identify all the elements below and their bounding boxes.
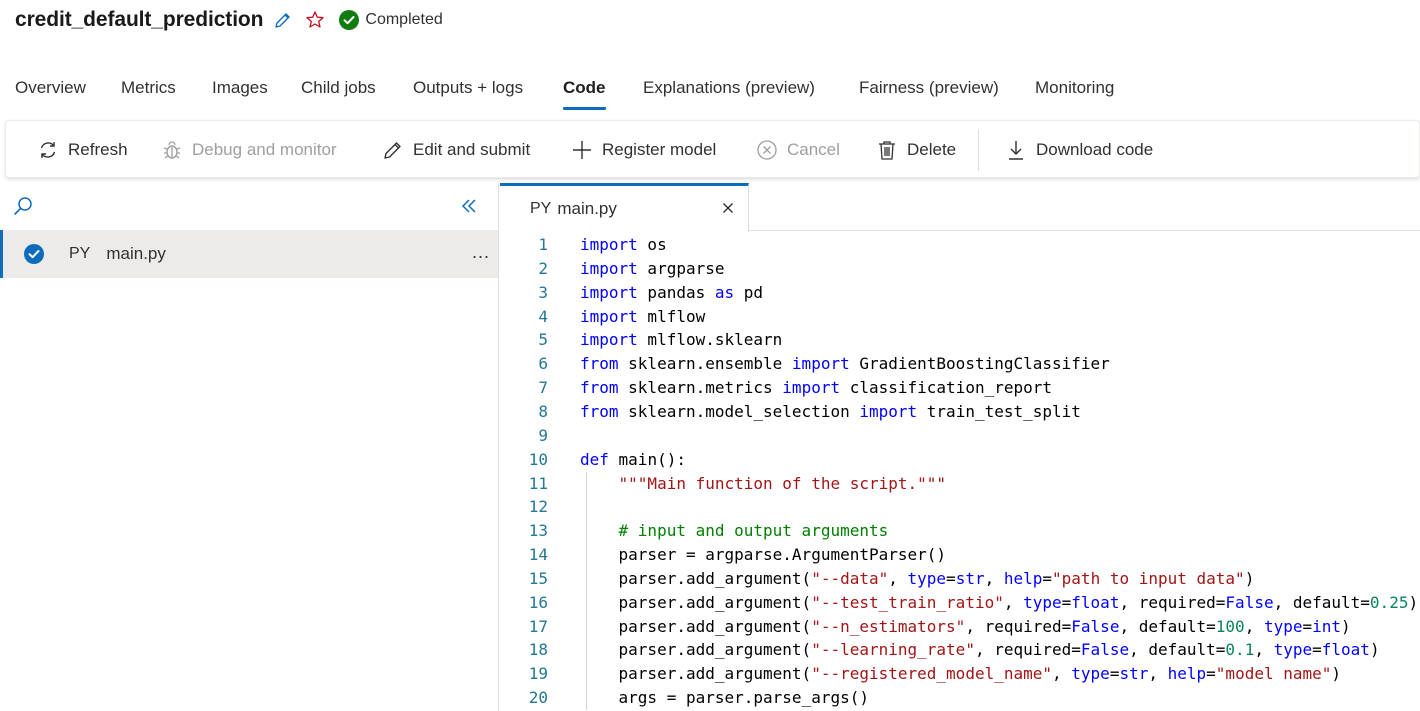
editor-tab-bar: PY main.py: [500, 183, 1420, 232]
line-number: 6: [538, 354, 548, 374]
code-text: args = parser.parse_args(): [580, 688, 869, 708]
cancel-circle-icon: [756, 139, 778, 161]
success-check-icon: [339, 10, 360, 30]
download-code-button[interactable]: Download code: [1005, 121, 1153, 179]
code-text: import pandas as pd: [580, 282, 764, 302]
edit-submit-button[interactable]: Edit and submit: [382, 121, 530, 179]
code-text: parser.add_argument("--data", type=str, …: [580, 568, 1255, 588]
code-text: parser.add_argument("--registered_model_…: [580, 664, 1342, 684]
code-text: """Main function of the script.""": [618, 473, 947, 493]
favorite-star-icon[interactable]: [305, 10, 325, 30]
line-number: 13: [528, 521, 548, 541]
line-number: 4: [538, 306, 548, 326]
code-text: import mlflow.sklearn: [580, 330, 783, 350]
plus-icon: [571, 139, 593, 161]
selected-check-icon[interactable]: [23, 243, 45, 265]
refresh-icon: [37, 139, 59, 161]
line-number: 14: [528, 545, 548, 565]
line-number: 17: [528, 616, 548, 636]
cancel-label: Cancel: [787, 140, 840, 159]
debug-monitor-label: Debug and monitor: [192, 140, 337, 159]
file-type-label: PY: [69, 245, 91, 262]
code-text: import os: [580, 235, 667, 254]
line-number: 18: [528, 640, 548, 660]
tab-overview[interactable]: Overview: [15, 70, 86, 110]
code-text: import argparse: [580, 258, 725, 278]
collapse-panel-icon[interactable]: [458, 195, 480, 222]
code-text: parser.add_argument("--test_train_ratio"…: [580, 592, 1419, 612]
refresh-label: Refresh: [68, 140, 128, 159]
line-number: 8: [538, 401, 548, 421]
code-text: # input and output arguments: [618, 521, 889, 541]
editor-tab-file-type: PY: [530, 200, 552, 217]
command-bar: Refresh Debug and monitor Edit and submi…: [5, 120, 1420, 178]
delete-label: Delete: [907, 140, 957, 159]
bug-icon: [161, 139, 183, 161]
line-number: 9: [538, 425, 548, 445]
code-text: def main():: [580, 449, 686, 469]
tab-fairness[interactable]: Fairness (preview): [859, 70, 999, 110]
job-header: credit_default_prediction Completed: [0, 0, 1420, 40]
code-text: from sklearn.ensemble import GradientBoo…: [580, 354, 1110, 374]
trash-icon: [876, 139, 898, 161]
tab-metrics[interactable]: Metrics: [121, 70, 176, 110]
line-number: 11: [528, 473, 548, 493]
more-options-icon[interactable]: ...: [472, 242, 490, 263]
register-model-button[interactable]: Register model: [571, 121, 716, 179]
code-text: from sklearn.metrics import classificati…: [580, 378, 1053, 398]
close-tab-icon[interactable]: [720, 200, 736, 221]
download-icon: [1005, 139, 1027, 161]
file-explorer: PY main.py ...: [0, 183, 499, 711]
editor-tab-file-name: main.py: [557, 199, 617, 218]
job-tabs: Overview Metrics Images Child jobs Outpu…: [0, 70, 1420, 114]
file-explorer-header: [0, 183, 498, 230]
job-title: credit_default_prediction: [15, 8, 264, 31]
file-tree-item[interactable]: PY main.py ...: [0, 230, 498, 278]
pencil-icon: [382, 139, 404, 161]
indent-guide: [586, 471, 587, 710]
tab-outputs-logs[interactable]: Outputs + logs: [413, 70, 523, 110]
register-model-label: Register model: [602, 140, 717, 159]
refresh-button[interactable]: Refresh: [37, 121, 128, 179]
debug-monitor-button[interactable]: Debug and monitor: [161, 121, 337, 179]
code-editor: PY main.py 1 import os 2 import argparse 3 im…: [500, 183, 1420, 711]
tab-child-jobs[interactable]: Child jobs: [301, 70, 376, 110]
line-number: 19: [528, 664, 548, 684]
line-number: 7: [538, 378, 548, 398]
line-number: 2: [538, 258, 548, 278]
search-icon[interactable]: [12, 195, 34, 222]
status-text: Completed: [365, 11, 443, 28]
tab-code[interactable]: Code: [563, 70, 606, 110]
code-text: parser.add_argument("--n_estimators", re…: [580, 616, 1351, 636]
code-text: parser.add_argument("--learning_rate", r…: [580, 640, 1380, 660]
code-text: from sklearn.model_selection import trai…: [580, 401, 1081, 421]
code-text: import mlflow: [580, 306, 706, 326]
edit-title-icon[interactable]: [273, 10, 293, 30]
line-number: 15: [528, 568, 548, 588]
tab-explanations[interactable]: Explanations (preview): [643, 70, 815, 110]
line-number: 12: [528, 497, 548, 517]
file-name: main.py: [106, 244, 166, 263]
line-number: 5: [538, 330, 548, 350]
edit-submit-label: Edit and submit: [413, 140, 531, 159]
toolbar-divider: [978, 129, 979, 171]
line-number: 16: [528, 592, 548, 612]
delete-button[interactable]: Delete: [876, 121, 956, 179]
line-number: 20: [528, 688, 548, 708]
line-number: 10: [528, 449, 548, 469]
tab-images[interactable]: Images: [212, 70, 268, 110]
status-badge: Completed: [339, 10, 443, 30]
tab-monitoring[interactable]: Monitoring: [1035, 70, 1114, 110]
line-number: 1: [538, 235, 548, 254]
cancel-button[interactable]: Cancel: [756, 121, 840, 179]
line-number: 3: [538, 282, 548, 302]
editor-tab-main-py[interactable]: PY main.py: [500, 183, 749, 232]
download-code-label: Download code: [1036, 140, 1154, 159]
code-text: parser = argparse.ArgumentParser(): [580, 545, 947, 565]
